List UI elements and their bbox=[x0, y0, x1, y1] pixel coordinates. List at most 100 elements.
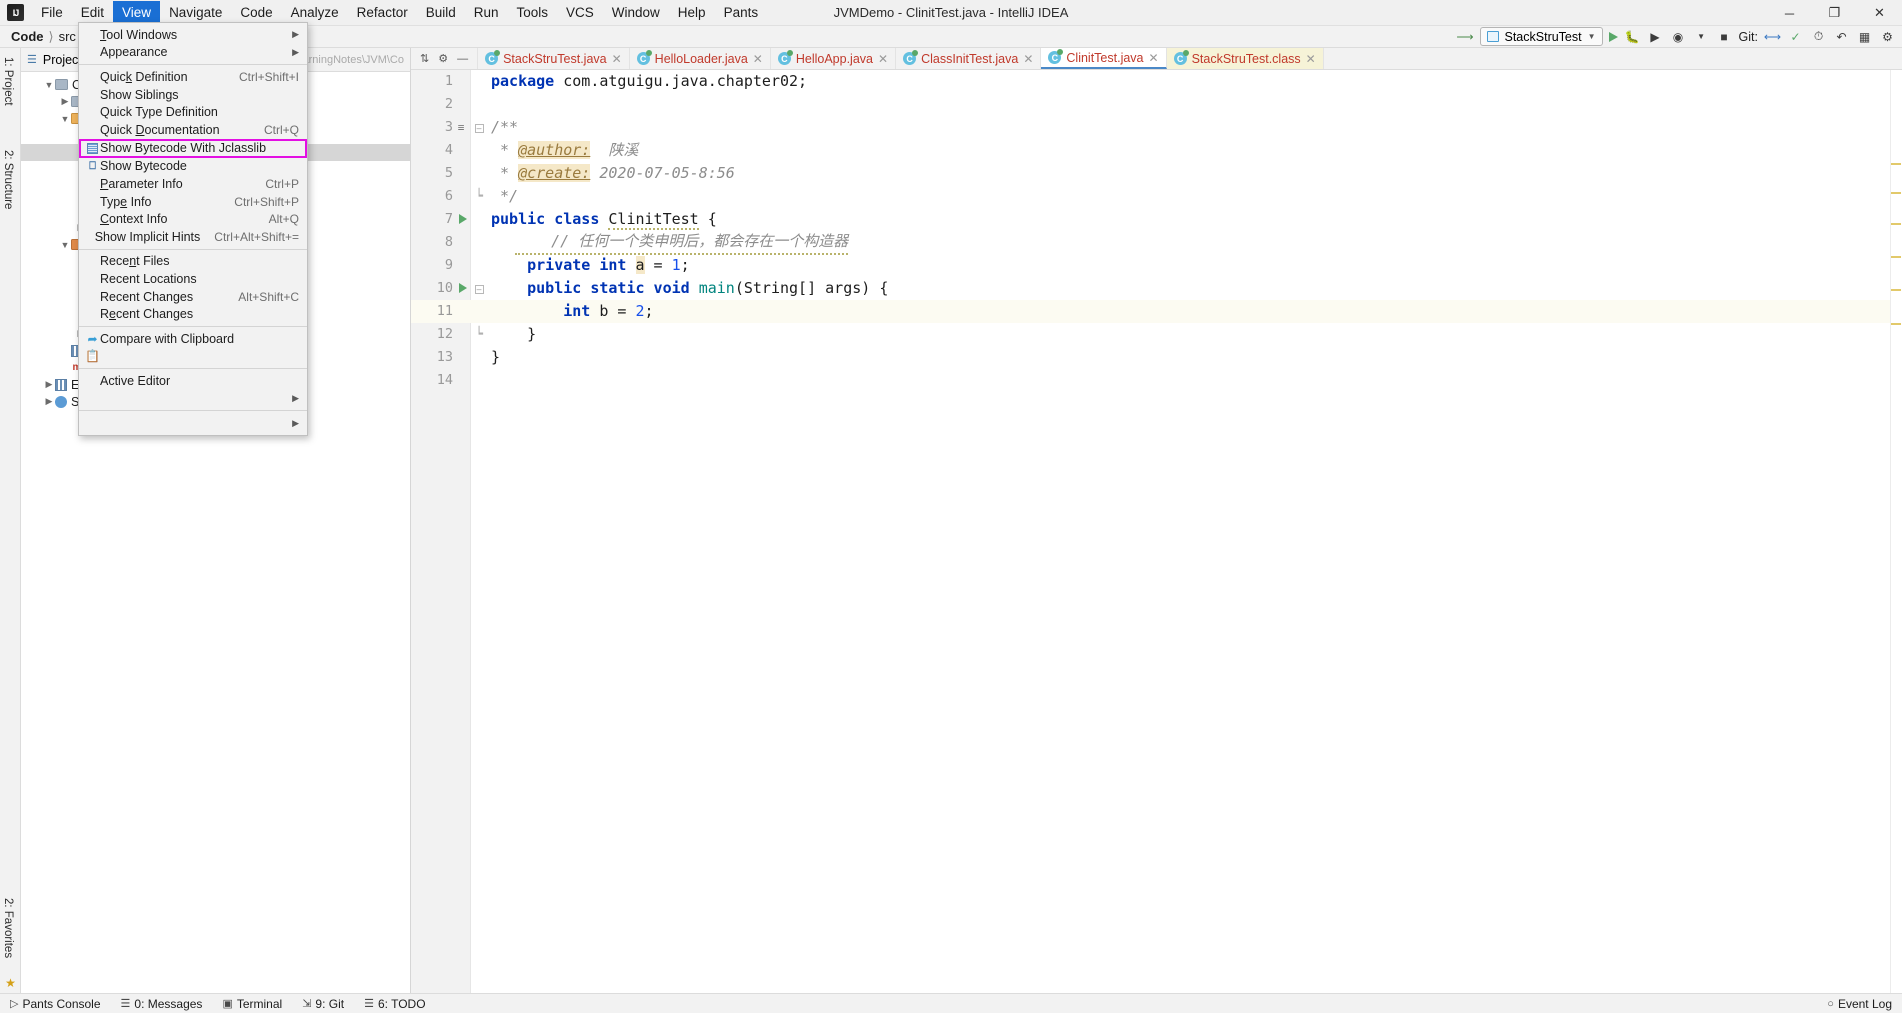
menu-item-tool-windows[interactable]: Tool Windows ▶ bbox=[79, 26, 307, 44]
menu-help[interactable]: Help bbox=[669, 1, 715, 25]
run-button[interactable] bbox=[1608, 31, 1618, 42]
close-icon[interactable]: ✕ bbox=[1023, 52, 1033, 66]
code-line: 9 private int a = 1; bbox=[411, 254, 1902, 277]
menu-window[interactable]: Window bbox=[603, 1, 669, 25]
menu-file[interactable]: File bbox=[32, 1, 72, 25]
status-git[interactable]: ⇲ 9: Git bbox=[292, 997, 354, 1011]
menu-item-quick-type-definition[interactable]: Quick Type Definition bbox=[79, 103, 307, 121]
chevron-down-icon[interactable]: ▼ bbox=[43, 80, 55, 90]
chevron-right-icon[interactable]: ▶ bbox=[43, 396, 55, 407]
sidebar-item-structure[interactable]: 2: Structure bbox=[0, 145, 16, 214]
menu-item-appearance[interactable]: Appearance ▶ bbox=[79, 44, 307, 62]
collapse-all-icon[interactable]: ⇅ bbox=[420, 52, 429, 65]
menu-item-show-bytecode-with-jclasslib[interactable]: Show Bytecode With Jclasslib bbox=[79, 138, 307, 158]
menu-item-recently-changed-files[interactable]: Recent Locations bbox=[79, 270, 307, 288]
run-gutter-icon[interactable] bbox=[456, 277, 470, 300]
tab-helloapp-java[interactable]: C HelloApp.java ✕ bbox=[770, 48, 897, 69]
menu-item-compare-with-clipboard[interactable]: 📋 bbox=[79, 348, 307, 366]
menu-item-recent-locations[interactable]: Recent Changes Alt+Shift+C bbox=[79, 288, 307, 306]
run-configuration-selector[interactable]: StackStruTest ▼ bbox=[1479, 27, 1603, 46]
chevron-down-icon[interactable]: ▼ bbox=[59, 114, 71, 124]
chevron-right-icon[interactable]: ▶ bbox=[59, 96, 71, 107]
status-messages[interactable]: ☰ 0: Messages bbox=[111, 997, 213, 1011]
close-icon[interactable]: ✕ bbox=[1149, 51, 1159, 65]
menu-pants[interactable]: Pants bbox=[715, 1, 768, 25]
run-gutter-icon[interactable] bbox=[456, 208, 470, 231]
menu-item-bidi-text-base-direction[interactable]: ▶ bbox=[79, 414, 307, 432]
hide-icon[interactable]: — bbox=[457, 53, 468, 65]
menu-item-show-siblings[interactable]: Show Siblings bbox=[79, 86, 307, 104]
status-pants-console[interactable]: ▷ Pants Console bbox=[0, 997, 111, 1011]
menu-navigate[interactable]: Navigate bbox=[160, 1, 231, 25]
menu-code[interactable]: Code bbox=[231, 1, 281, 25]
tab-stackstrutest-class[interactable]: C StackStruTest.class ✕ bbox=[1166, 48, 1324, 69]
status-event-log[interactable]: ○ Event Log bbox=[1827, 997, 1902, 1011]
menu-item-quick-switch-scheme[interactable]: Active Editor bbox=[79, 372, 307, 390]
settings-gear-icon[interactable]: ⚙ bbox=[438, 52, 448, 65]
structure-icon[interactable]: ≡ bbox=[456, 122, 466, 133]
tab-classinittest-java[interactable]: C ClassInitTest.java ✕ bbox=[896, 48, 1042, 69]
status-terminal[interactable]: ▣ Terminal bbox=[212, 997, 292, 1011]
close-icon[interactable]: ✕ bbox=[612, 52, 622, 66]
settings-gear-icon[interactable]: ⚙ bbox=[1879, 28, 1896, 45]
code-line: 2 bbox=[411, 93, 1902, 116]
menu-view[interactable]: View bbox=[113, 0, 161, 25]
chevron-down-icon[interactable]: ▼ bbox=[1693, 28, 1710, 45]
fold-end-icon[interactable]: ┕ bbox=[473, 185, 485, 208]
menu-item-type-info[interactable]: Type Info Ctrl+Shift+P bbox=[79, 193, 307, 211]
profile-icon[interactable]: ◉ bbox=[1670, 28, 1687, 45]
menu-item-quick-documentation[interactable]: Quick Documentation Ctrl+Q bbox=[79, 121, 307, 139]
code-editor[interactable]: 1 package com.atguigu.java.chapter02; 2 … bbox=[411, 70, 1902, 993]
close-icon[interactable]: ✕ bbox=[1306, 52, 1316, 66]
menu-build[interactable]: Build bbox=[417, 1, 465, 25]
tab-helloloader-java[interactable]: C HelloLoader.java ✕ bbox=[629, 48, 771, 69]
fold-end-icon[interactable]: ┕ bbox=[473, 323, 485, 346]
menu-analyze[interactable]: Analyze bbox=[282, 1, 348, 25]
maximize-icon[interactable]: ❐ bbox=[1812, 0, 1857, 26]
menu-edit[interactable]: Edit bbox=[72, 1, 113, 25]
run-coverage-icon[interactable]: ▶ bbox=[1647, 28, 1664, 45]
menu-vcs[interactable]: VCS bbox=[557, 1, 603, 25]
chevron-right-icon: ▶ bbox=[292, 392, 299, 403]
status-todo[interactable]: ☰ 6: TODO bbox=[354, 997, 435, 1011]
tab-clinittest-java[interactable]: C ClinitTest.java ✕ bbox=[1041, 48, 1167, 69]
menu-item-recent-files[interactable]: Recent Files bbox=[79, 253, 307, 271]
status-label: Pants Console bbox=[22, 996, 101, 1011]
close-icon[interactable]: ✕ bbox=[1857, 0, 1902, 26]
git-revert-icon[interactable]: ↶ bbox=[1833, 28, 1850, 45]
tab-stackstrutest-java[interactable]: C StackStruTest.java ✕ bbox=[478, 48, 630, 69]
menu-item-active-editor[interactable]: ▶ bbox=[79, 390, 307, 408]
menu-item-parameter-info[interactable]: Parameter Info Ctrl+P bbox=[79, 175, 307, 193]
menu-item-show-bytecode[interactable]: ⎕ Show Bytecode bbox=[79, 158, 307, 176]
chevron-right-icon[interactable]: ▶ bbox=[43, 379, 55, 390]
marker bbox=[1891, 163, 1901, 165]
menu-run[interactable]: Run bbox=[465, 1, 508, 25]
stop-icon[interactable]: ■ bbox=[1716, 28, 1733, 45]
menu-refactor[interactable]: Refactor bbox=[348, 1, 417, 25]
git-history-icon[interactable]: ⏱ bbox=[1810, 28, 1827, 45]
editor-marker-bar[interactable] bbox=[1890, 70, 1902, 993]
git-update-icon[interactable]: ⟷ bbox=[1764, 28, 1781, 45]
debug-icon[interactable]: 🐛 bbox=[1624, 28, 1641, 45]
close-icon[interactable]: ✕ bbox=[878, 52, 888, 66]
fold-minus-icon[interactable]: – bbox=[473, 277, 485, 300]
sidebar-item-project[interactable]: 1: Project bbox=[0, 52, 16, 111]
menu-item-recent-changes[interactable]: Recent Changes bbox=[79, 305, 307, 323]
git-commit-icon[interactable]: ✓ bbox=[1787, 28, 1804, 45]
minimize-icon[interactable]: ─ bbox=[1767, 0, 1812, 26]
menu-item-compare-with[interactable]: ➦ Compare with Clipboard bbox=[79, 330, 307, 348]
fold-minus-icon[interactable]: – bbox=[473, 116, 485, 139]
breadcrumb-item-src[interactable]: src bbox=[56, 29, 79, 44]
menu-item-quick-definition[interactable]: Quick Definition Ctrl+Shift+I bbox=[79, 68, 307, 86]
build-hammer-icon[interactable]: ⟶ bbox=[1456, 28, 1473, 45]
sidebar-item-favorites[interactable]: 2: Favorites bbox=[0, 893, 16, 976]
close-icon[interactable]: ✕ bbox=[753, 52, 763, 66]
breadcrumb-item-code[interactable]: Code bbox=[8, 29, 47, 44]
menu-tools[interactable]: Tools bbox=[508, 1, 558, 25]
chevron-down-icon[interactable]: ▼ bbox=[59, 240, 71, 250]
menu-item-show-implicit-hints[interactable]: Show Implicit Hints Ctrl+Alt+Shift+= bbox=[79, 228, 307, 246]
line-text: private int a = 1; bbox=[527, 256, 690, 274]
menu-item-context-info[interactable]: Context Info Alt+Q bbox=[79, 210, 307, 228]
search-everywhere-icon[interactable]: ▦ bbox=[1856, 28, 1873, 45]
line-text: int b = 2; bbox=[563, 302, 654, 320]
